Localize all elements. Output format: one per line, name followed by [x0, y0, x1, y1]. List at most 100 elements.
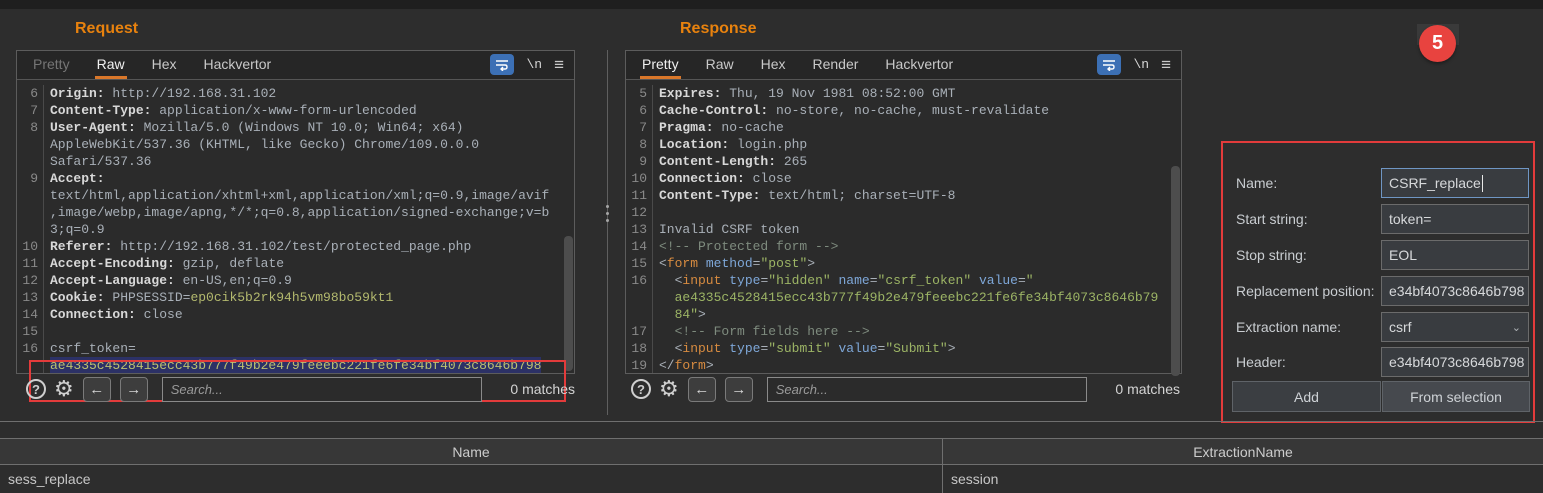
editor-line: 6 Origin: http://192.168.31.102 — [17, 85, 574, 102]
editor-line: Safari/537.36 — [17, 153, 574, 170]
table-separator — [0, 421, 1543, 422]
editor-line: 13 Invalid CSRF token — [626, 221, 1181, 238]
editor-line: 11 Accept-Encoding: gzip, deflate — [17, 255, 574, 272]
editor-line: ,image/webp,image/apng,*/*;q=0.8,applica… — [17, 204, 574, 221]
app-window: Request Pretty Raw Hex Hackvertor \n ≡ 6 Ori… — [0, 0, 1543, 493]
tab-hackvertor[interactable]: Hackvertor — [885, 51, 953, 79]
editor-line: 12 Accept-Language: en-US,en;q=0.9 — [17, 272, 574, 289]
response-search-input[interactable] — [766, 376, 1087, 402]
tab-pretty[interactable]: Pretty — [640, 51, 681, 79]
request-match-count: 0 matches — [510, 381, 575, 397]
add-button[interactable]: Add — [1232, 381, 1381, 412]
table-header-row: Name ExtractionName — [0, 438, 1543, 465]
request-editor[interactable]: 6 Origin: http://192.168.31.102 7 Content-T… — [17, 80, 574, 373]
response-title: Response — [680, 20, 757, 37]
tab-pretty[interactable]: Pretty — [33, 51, 70, 79]
request-search-bar: ? ⚙ ← → 0 matches — [26, 376, 575, 402]
form-row: Extraction name: csrf ⌄ — [1236, 312, 1532, 342]
editor-line: 17 <!-- Form fields here --> — [626, 323, 1181, 340]
tab-hex[interactable]: Hex — [761, 51, 786, 79]
request-toolbar-icons: \n ≡ — [490, 54, 564, 75]
editor-line: 8 Location: login.php — [626, 136, 1181, 153]
help-icon[interactable]: ? — [26, 379, 46, 399]
tab-raw[interactable]: Raw — [706, 51, 734, 79]
gear-icon[interactable]: ⚙ — [659, 378, 679, 400]
editor-line: 3;q=0.9 — [17, 221, 574, 238]
step-badge: 5 — [1419, 25, 1456, 62]
tab-raw[interactable]: Raw — [94, 51, 127, 79]
field-label: Replacement position: — [1236, 283, 1375, 299]
hamburger-menu-icon[interactable]: ≡ — [554, 56, 564, 73]
editor-line: 5 Expires: Thu, 19 Nov 1981 08:52:00 GMT — [626, 85, 1181, 102]
response-match-count: 0 matches — [1115, 381, 1180, 397]
column-header-name[interactable]: Name — [0, 439, 943, 464]
replacement-position-input[interactable]: e34bf4073c8646b798 — [1381, 276, 1529, 306]
response-tab-row: Pretty Raw Hex Render Hackvertor \n ≡ — [626, 51, 1181, 80]
tab-render[interactable]: Render — [813, 51, 859, 79]
field-label: Name: — [1236, 175, 1278, 191]
results-table: Name ExtractionName sess_replace session — [0, 438, 1543, 493]
editor-line: 15 < form method = "post" > — [626, 255, 1181, 272]
newline-icon[interactable]: \n — [1133, 57, 1149, 72]
response-toolbar-icons: \n ≡ — [1097, 54, 1171, 75]
field-label: Extraction name: — [1236, 319, 1342, 335]
request-scrollbar[interactable] — [564, 236, 573, 371]
editor-line: 15 — [17, 323, 574, 340]
tab-hackvertor[interactable]: Hackvertor — [204, 51, 272, 79]
from-selection-button[interactable]: From selection — [1382, 381, 1530, 412]
name-input[interactable]: CSRF_replace — [1381, 168, 1529, 198]
editor-line: AppleWebKit/537.36 (KHTML, like Gecko) C… — [17, 136, 574, 153]
request-panel: Pretty Raw Hex Hackvertor \n ≡ 6 Origin: htt… — [16, 50, 575, 402]
tab-hex[interactable]: Hex — [152, 51, 177, 79]
form-row: Header: e34bf4073c8646b798 — [1236, 347, 1532, 377]
editor-line: 9 Content-Length: 265 — [626, 153, 1181, 170]
request-tab-row: Pretty Raw Hex Hackvertor \n ≡ — [17, 51, 574, 80]
field-label: Start string: — [1236, 211, 1308, 227]
form-row: Start string: token= — [1236, 204, 1532, 234]
editor-line: 16 < input type = "hidden" name = "csrf_token… — [626, 272, 1181, 289]
word-wrap-icon[interactable] — [1097, 54, 1122, 75]
hamburger-menu-icon[interactable]: ≡ — [1161, 56, 1171, 73]
editor-line: 10 Referer: http://192.168.31.102/test/pr… — [17, 238, 574, 255]
response-editor[interactable]: 5 Expires: Thu, 19 Nov 1981 08:52:00 GMT 6… — [626, 80, 1181, 373]
editor-line: 14 Connection: close — [17, 306, 574, 323]
prev-match-button[interactable]: ← — [82, 376, 111, 402]
word-wrap-icon[interactable] — [490, 54, 515, 75]
editor-line: 9 Accept: — [17, 170, 574, 187]
editor-line: 18 < input type = "submit" value = "Submit" > — [626, 340, 1181, 357]
extraction-name-select[interactable]: csrf ⌄ — [1381, 312, 1529, 342]
table-row[interactable]: sess_replace session — [0, 465, 1543, 493]
response-tabs: Pretty Raw Hex Render Hackvertor — [640, 51, 953, 79]
editor-line: 14 <!-- Protected form --> — [626, 238, 1181, 255]
editor-line: 11 Content-Type: text/html; charset=UTF-8 — [626, 187, 1181, 204]
request-title: Request — [75, 20, 139, 37]
panel-splitter[interactable] — [606, 50, 609, 415]
request-search-input[interactable] — [161, 376, 482, 402]
response-panel: Pretty Raw Hex Render Hackvertor \n ≡ 5 Expir… — [625, 50, 1182, 376]
editor-line: 12 — [626, 204, 1181, 221]
header-input[interactable]: e34bf4073c8646b798 — [1381, 347, 1529, 377]
next-match-button[interactable]: → — [119, 376, 148, 402]
newline-icon[interactable]: \n — [526, 57, 542, 72]
editor-line: 16 csrf_token= — [17, 340, 574, 357]
start-string-input[interactable]: token= — [1381, 204, 1529, 234]
next-match-button[interactable]: → — [724, 376, 753, 402]
table-cell: session — [951, 471, 999, 487]
editor-line: text/html,application/xhtml+xml,applicat… — [17, 187, 574, 204]
editor-line: 84" > — [626, 306, 1181, 323]
field-label: Stop string: — [1236, 247, 1307, 263]
help-icon[interactable]: ? — [631, 379, 651, 399]
response-scrollbar[interactable] — [1171, 166, 1180, 376]
editor-line: ae4335c4528415ecc43b777f49b2e479feeebc22… — [626, 289, 1181, 306]
editor-line: 13 Cookie: PHPSESSID= ep0cik5b2rk94h5vm98b… — [17, 289, 574, 306]
chevron-down-icon: ⌄ — [1511, 321, 1521, 334]
prev-match-button[interactable]: ← — [687, 376, 716, 402]
request-tabs: Pretty Raw Hex Hackvertor — [33, 51, 271, 79]
editor-line: 7 Content-Type: application/x-www-form-ur… — [17, 102, 574, 119]
form-row: Name: CSRF_replace — [1236, 168, 1532, 198]
editor-line: 6 Cache-Control: no-store, no-cache, must… — [626, 102, 1181, 119]
column-header-extractionname[interactable]: ExtractionName — [943, 439, 1543, 464]
table-cell: sess_replace — [0, 465, 943, 493]
gear-icon[interactable]: ⚙ — [54, 378, 74, 400]
stop-string-input[interactable]: EOL — [1381, 240, 1529, 270]
